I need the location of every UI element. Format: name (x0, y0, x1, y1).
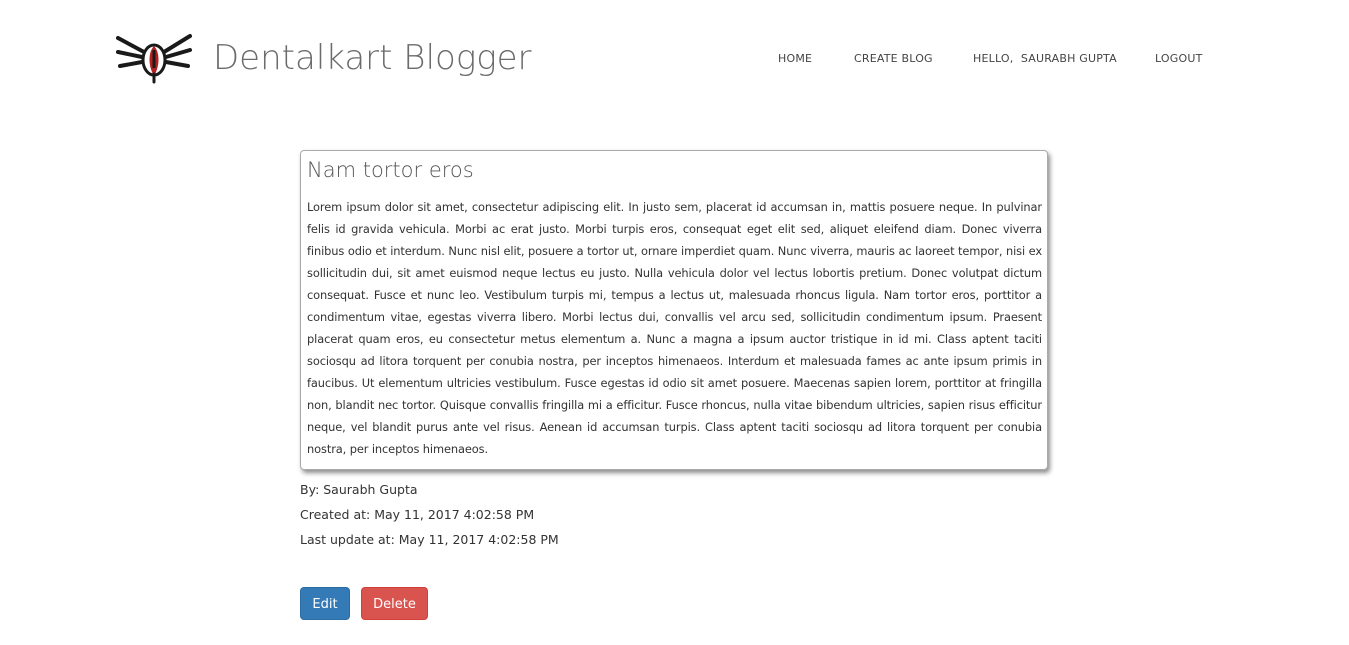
blog-post-card: Nam tortor eros Lorem ipsum dolor sit am… (300, 150, 1048, 470)
edit-button[interactable]: Edit (300, 587, 350, 620)
top-nav: HOME CREATE BLOG HELLO, SAURABH GUPTA LO… (0, 52, 1349, 70)
post-author: By: Saurabh Gupta (300, 482, 418, 497)
site-header: Dentalkart Blogger HOME CREATE BLOG HELL… (0, 0, 1349, 120)
nav-logout-link[interactable]: LOGOUT (1155, 52, 1203, 65)
post-created-at: Created at: May 11, 2017 4:02:58 PM (300, 507, 535, 522)
nav-create-blog-link[interactable]: CREATE BLOG (854, 52, 933, 65)
delete-button[interactable]: Delete (361, 587, 428, 620)
nav-user-greeting[interactable]: HELLO, SAURABH GUPTA (973, 52, 1117, 65)
post-body: Lorem ipsum dolor sit amet, consectetur … (307, 200, 1042, 456)
post-updated-at: Last update at: May 11, 2017 4:02:58 PM (300, 532, 559, 547)
post-title: Nam tortor eros (307, 158, 474, 182)
nav-home-link[interactable]: HOME (778, 52, 812, 65)
